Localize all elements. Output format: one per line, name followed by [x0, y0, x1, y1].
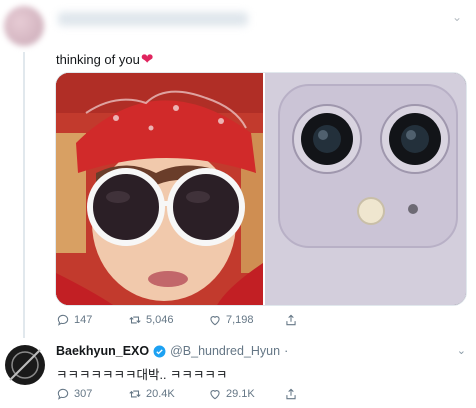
reply-text: ㅋㅋㅋㅋㅋㅋㅋ대박.. ㅋㅋㅋㅋㅋ — [56, 368, 228, 382]
phone-camera-illustration — [265, 73, 466, 305]
retweet-icon — [129, 390, 141, 398]
reply-icon — [57, 388, 69, 400]
share-icon — [286, 388, 296, 400]
tweet-text: thinking of you❤ — [56, 50, 153, 68]
reply-reply-button[interactable]: 307 — [56, 387, 128, 401]
tweet-actions: 147 5,046 7,198 — [56, 313, 298, 327]
reply-button[interactable]: 147 — [56, 313, 128, 327]
like-button[interactable]: 7,198 — [208, 313, 284, 327]
heart-emoji: ❤ — [140, 51, 154, 68]
reply-retweet-count: 20.4K — [146, 388, 175, 400]
retweet-icon — [129, 316, 141, 324]
share-icon — [286, 314, 296, 326]
person-illustration — [56, 73, 263, 305]
reply-icon — [57, 314, 69, 326]
blurred-author-name — [58, 12, 248, 26]
share-button[interactable] — [284, 313, 298, 327]
reply-reply-count: 307 — [74, 388, 93, 400]
tweet-text-body: thinking of you — [56, 52, 140, 67]
thread-line — [23, 52, 25, 338]
reply-like-button[interactable]: 29.1K — [208, 387, 284, 401]
retweet-button[interactable]: 5,046 — [128, 313, 208, 327]
reply-avatar[interactable] — [4, 344, 46, 386]
retweet-count: 5,046 — [146, 314, 174, 326]
reply-retweet-button[interactable]: 20.4K — [128, 387, 208, 401]
reply-actions: 307 20.4K 29.1K — [56, 387, 298, 401]
verified-badge-icon — [153, 345, 166, 357]
tweet-media[interactable] — [55, 72, 467, 306]
avatar-logo — [5, 345, 45, 385]
heart-icon — [210, 390, 220, 400]
reply-header: Baekhyun_EXO @B_hundred_Hyun · — [56, 344, 288, 358]
reply-count: 147 — [74, 314, 93, 326]
reply-chevron-down-icon[interactable]: ⌄ — [457, 344, 466, 357]
heart-icon — [210, 316, 220, 326]
media-photo-person[interactable] — [56, 73, 263, 305]
like-count: 7,198 — [226, 314, 254, 326]
reply-like-count: 29.1K — [226, 388, 255, 400]
reply-author-name[interactable]: Baekhyun_EXO — [56, 344, 149, 358]
blurred-avatar[interactable] — [4, 6, 44, 46]
header-separator: · — [284, 344, 289, 358]
reply-share-button[interactable] — [284, 387, 298, 401]
media-photo-phone[interactable] — [263, 73, 466, 305]
chevron-down-icon[interactable]: ⌄ — [452, 10, 462, 24]
reply-author-handle[interactable]: @B_hundred_Hyun — [170, 344, 280, 358]
